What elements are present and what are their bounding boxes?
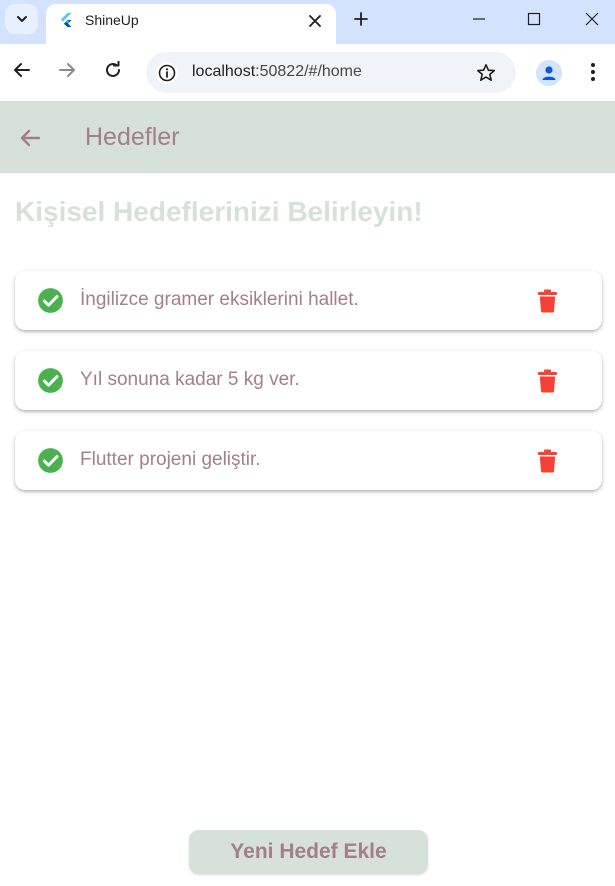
address-bar[interactable]: localhost:50822/#/home [146, 52, 516, 93]
person-icon [542, 66, 556, 80]
site-info-button[interactable] [156, 62, 178, 84]
reload-button[interactable] [101, 58, 125, 82]
page-heading: Kişisel Hedeflerinizi Belirleyin! [15, 196, 423, 227]
url-host: localhost [192, 63, 256, 80]
maximize-button[interactable] [514, 5, 554, 33]
reload-icon [106, 61, 120, 77]
tab-close-button[interactable] [304, 10, 326, 32]
forward-button[interactable] [55, 58, 79, 82]
goal-card[interactable]: Flutter projeni geliştir. [15, 431, 602, 490]
url-path: :50822/#/home [255, 63, 362, 80]
delete-goal-button[interactable] [534, 447, 560, 475]
goal-list: İngilizce gramer eksiklerini hallet. Yıl… [15, 271, 602, 511]
plus-icon [354, 12, 368, 26]
chevron-down-icon [16, 16, 27, 22]
page-title: Hedefler [85, 123, 180, 151]
back-button[interactable] [10, 58, 34, 82]
check-circle-icon[interactable] [37, 287, 64, 314]
check-circle-icon[interactable] [37, 367, 64, 394]
goal-text: İngilizce gramer eksiklerini hallet. [80, 289, 359, 310]
arrow-left-icon [20, 129, 41, 147]
url-text: localhost:50822/#/home [192, 63, 362, 81]
arrow-right-icon [59, 63, 75, 77]
trash-icon [537, 289, 557, 313]
minimize-icon [473, 18, 485, 20]
trash-icon [537, 369, 557, 393]
app-bar: Hedefler [0, 101, 615, 173]
info-icon [158, 64, 176, 82]
goal-card[interactable]: Yıl sonuna kadar 5 kg ver. [15, 351, 602, 410]
flutter-icon [61, 13, 72, 27]
close-icon [585, 12, 599, 26]
app-back-button[interactable] [17, 125, 43, 151]
profile-button[interactable] [536, 60, 562, 86]
trash-icon [537, 449, 557, 473]
window-close-button[interactable] [572, 5, 612, 33]
bookmark-button[interactable] [474, 61, 498, 85]
delete-goal-button[interactable] [534, 287, 560, 315]
maximize-icon [527, 12, 541, 26]
more-vertical-icon [591, 63, 595, 81]
goal-text: Flutter projeni geliştir. [80, 449, 261, 470]
browser-toolbar: localhost:50822/#/home [0, 44, 615, 101]
goal-text: Yıl sonuna kadar 5 kg ver. [80, 369, 300, 390]
tab-search-button[interactable] [5, 4, 38, 34]
arrow-left-icon [14, 63, 30, 77]
check-circle-icon[interactable] [37, 447, 64, 474]
delete-goal-button[interactable] [534, 367, 560, 395]
star-icon [477, 64, 495, 81]
browser-tab-active[interactable]: ShineUp [46, 4, 336, 44]
minimize-button[interactable] [459, 5, 499, 33]
browser-tab-bar: ShineUp [0, 0, 615, 44]
browser-menu-button[interactable] [581, 60, 605, 84]
tab-title: ShineUp [85, 12, 139, 28]
add-goal-button[interactable]: Yeni Hedef Ekle [189, 830, 428, 874]
close-icon [309, 15, 321, 27]
new-tab-button[interactable] [349, 7, 373, 31]
goal-card[interactable]: İngilizce gramer eksiklerini hallet. [15, 271, 602, 330]
